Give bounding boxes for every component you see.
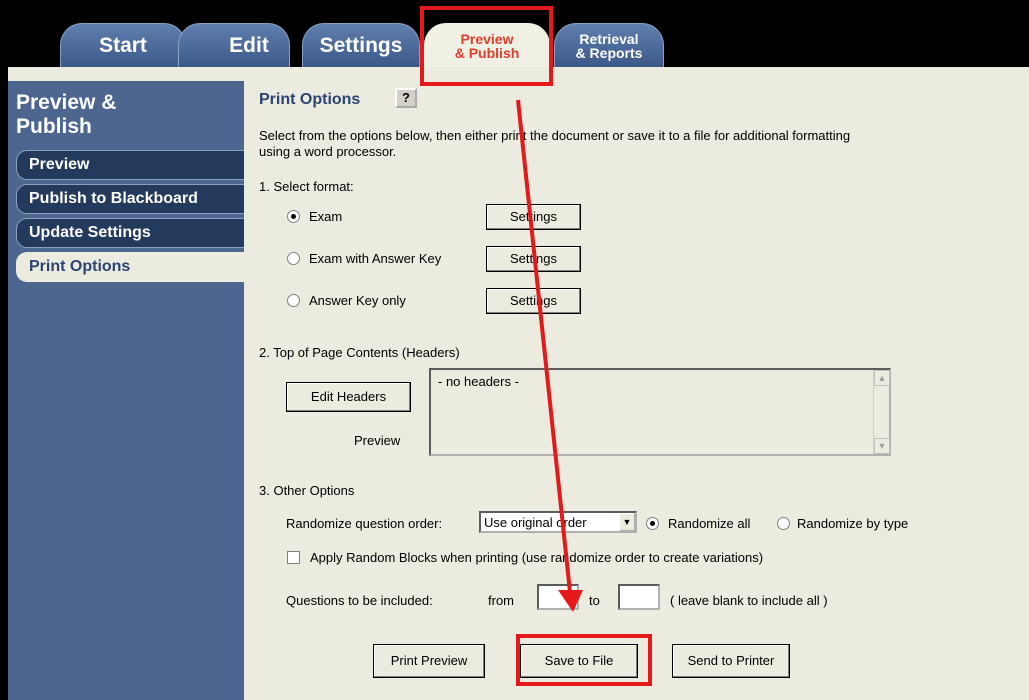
format-exam-answer-key-label: Exam with Answer Key <box>309 251 442 266</box>
from-input[interactable] <box>537 584 579 610</box>
print-preview-button[interactable]: Print Preview <box>373 644 485 678</box>
intro-text-line1: Select from the options below, then eith… <box>259 128 851 143</box>
headers-scrollbar[interactable]: ▲ ▼ <box>873 370 890 454</box>
tab-retrieval-reports-line1: Retrieval <box>579 31 639 47</box>
randomize-by-type-label: Randomize by type <box>797 516 909 531</box>
highlight-preview-publish-tab <box>420 6 553 86</box>
format-exam-label: Exam <box>309 209 343 224</box>
sidebar-item-label: Preview <box>29 156 90 173</box>
help-icon: ? <box>402 90 410 105</box>
button-label: Settings <box>510 209 557 224</box>
randomize-order-label: Randomize question order: <box>286 516 443 531</box>
randomize-order-value: Use original order <box>484 515 587 530</box>
sidebar-title: Preview & Publish <box>16 91 116 139</box>
button-label: Settings <box>510 251 557 266</box>
tab-retrieval-reports[interactable]: Retrieval & Reports <box>554 23 664 68</box>
headers-preview-text: - no headers - <box>438 374 519 389</box>
leave-blank-hint: ( leave blank to include all ) <box>670 593 828 608</box>
sidebar-title-line2: Publish <box>16 115 92 138</box>
tab-start-label: Start <box>99 34 147 57</box>
sidebar-item-print-options[interactable]: Print Options <box>16 252 244 282</box>
sidebar-item-preview[interactable]: Preview <box>16 150 244 180</box>
random-blocks-checkbox[interactable] <box>287 551 300 564</box>
sidebar-item-publish-to-blackboard[interactable]: Publish to Blackboard <box>16 184 244 214</box>
page-title: Print Options <box>259 91 361 108</box>
scroll-up-icon[interactable]: ▲ <box>874 370 890 386</box>
sidebar-item-label: Update Settings <box>29 224 151 241</box>
edit-headers-button[interactable]: Edit Headers <box>286 382 411 412</box>
sidebar-item-update-settings[interactable]: Update Settings <box>16 218 244 248</box>
randomize-all-radio[interactable] <box>646 517 659 530</box>
format-answer-key-only-radio[interactable] <box>287 294 300 307</box>
section-other-options-label: 3. Other Options <box>259 483 355 498</box>
button-label: Send to Printer <box>687 653 775 668</box>
to-input[interactable] <box>618 584 660 610</box>
answer-key-only-settings-button[interactable]: Settings <box>486 288 581 314</box>
button-label: Edit Headers <box>310 389 387 404</box>
random-blocks-label: Apply Random Blocks when printing (use r… <box>310 550 764 565</box>
print-options-panel: Print Options ? Select from the options … <box>244 81 1029 700</box>
button-label: Print Preview <box>390 653 468 668</box>
to-label: to <box>589 593 600 608</box>
randomize-all-label: Randomize all <box>668 516 751 531</box>
tab-start[interactable]: Start <box>60 23 186 68</box>
format-exam-answer-key-radio[interactable] <box>287 252 300 265</box>
exam-settings-button[interactable]: Settings <box>486 204 581 230</box>
sidebar-title-line1: Preview & <box>16 91 117 114</box>
tab-edit-label: Edit <box>229 34 269 57</box>
randomize-order-select[interactable]: Use original order ▼ <box>479 511 637 533</box>
tab-edit[interactable]: Edit <box>178 23 290 68</box>
section-headers-label: 2. Top of Page Contents (Headers) <box>259 345 460 360</box>
section-select-format-label: 1. Select format: <box>259 179 354 194</box>
tab-settings-label: Settings <box>319 34 403 57</box>
help-button[interactable]: ? <box>395 88 417 108</box>
highlight-save-to-file-button <box>516 634 652 686</box>
sidebar: Preview & Publish Preview Publish to Bla… <box>8 81 244 700</box>
headers-preview-box[interactable]: - no headers - ▲ ▼ <box>429 368 891 456</box>
questions-included-label: Questions to be included: <box>286 593 433 608</box>
scroll-down-icon[interactable]: ▼ <box>874 438 890 454</box>
intro-text-line2: using a word processor. <box>259 144 397 159</box>
format-exam-radio[interactable] <box>287 210 300 223</box>
randomize-by-type-radio[interactable] <box>777 517 790 530</box>
format-answer-key-only-label: Answer Key only <box>309 293 406 308</box>
tab-retrieval-reports-line2: & Reports <box>575 45 643 61</box>
headers-preview-label: Preview <box>354 433 401 448</box>
exam-answer-key-settings-button[interactable]: Settings <box>486 246 581 272</box>
sidebar-item-label: Print Options <box>29 258 131 275</box>
sidebar-item-label: Publish to Blackboard <box>29 190 198 207</box>
tab-settings[interactable]: Settings <box>302 23 420 68</box>
send-to-printer-button[interactable]: Send to Printer <box>672 644 790 678</box>
from-label: from <box>488 593 514 608</box>
chevron-down-icon[interactable]: ▼ <box>619 513 635 531</box>
button-label: Settings <box>510 293 557 308</box>
